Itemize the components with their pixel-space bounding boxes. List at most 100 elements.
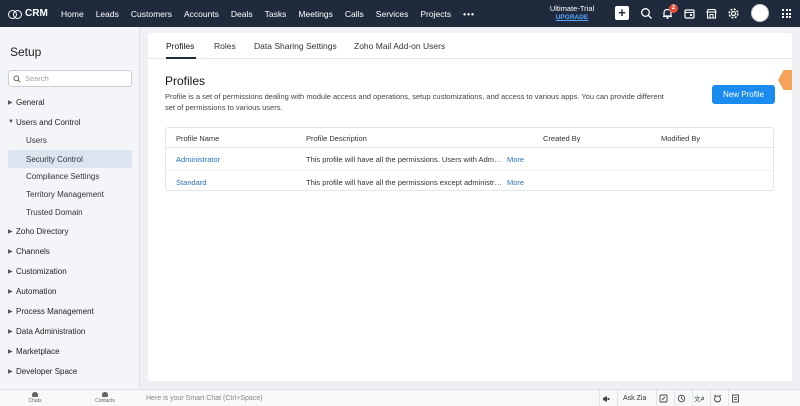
- sidebar-section-automation[interactable]: ▶ Automation: [0, 282, 140, 300]
- bottom-left-shortcuts: Chats Contacts: [0, 390, 140, 406]
- sidebar-section-users-and-control[interactable]: ▼ Users and Control: [0, 113, 140, 131]
- nav-deals[interactable]: Deals: [225, 0, 259, 27]
- tab-data-sharing-settings[interactable]: Data Sharing Settings: [254, 41, 337, 51]
- tab-roles[interactable]: Roles: [214, 41, 236, 51]
- security-tabs: Profiles Roles Data Sharing Settings Zoh…: [148, 33, 792, 59]
- caret-right-icon: ▶: [8, 99, 13, 106]
- table-row: Standard This profile will have all the …: [166, 170, 773, 192]
- chat-icon: [32, 392, 38, 397]
- nav-more-button[interactable]: •••: [457, 0, 481, 27]
- history-icon[interactable]: [674, 390, 687, 406]
- tab-profiles[interactable]: Profiles: [166, 41, 194, 51]
- sidebar-section-label: Customization: [16, 266, 67, 276]
- sidebar-item-users[interactable]: Users: [0, 131, 140, 149]
- bottom-bar: Chats Contacts Here is your Smart Chat (…: [0, 389, 800, 406]
- sidebar-section-general[interactable]: ▶ General: [0, 93, 140, 111]
- sidebar-section-label: Data Administration: [16, 326, 86, 336]
- nav-accounts[interactable]: Accounts: [178, 0, 225, 27]
- smart-chat-input[interactable]: Here is your Smart Chat (Ctrl+Space): [146, 395, 263, 402]
- sidebar-section-label: Zoho Directory: [16, 226, 69, 236]
- setup-title: Setup: [10, 45, 42, 59]
- sidebar-section-process-management[interactable]: ▶ Process Management: [0, 302, 140, 320]
- setup-search-box[interactable]: [8, 70, 132, 87]
- sidebar-section-label: Developer Space: [16, 366, 78, 376]
- sidebar-section-label: Process Management: [16, 306, 94, 316]
- sidebar-item-trusted-domain[interactable]: Trusted Domain: [0, 203, 140, 221]
- sidebar-item-compliance-settings[interactable]: Compliance Settings: [0, 167, 140, 185]
- profiles-table: Profile Name Profile Description Created…: [165, 127, 774, 191]
- sidebar-section-label: Users and Control: [16, 117, 81, 127]
- profile-description: This profile will have all the permissio…: [306, 155, 503, 164]
- sidebar-section-label: General: [16, 97, 45, 107]
- profile-name-link[interactable]: Standard: [176, 178, 206, 187]
- caret-right-icon: ▶: [8, 328, 13, 335]
- announcement-icon[interactable]: [599, 390, 612, 406]
- sidebar-section-label: Automation: [16, 286, 57, 296]
- calendar-icon[interactable]: [683, 7, 696, 20]
- edit-icon[interactable]: [656, 390, 669, 406]
- sidebar-item-security-control[interactable]: Security Control: [8, 150, 132, 168]
- table-row: Administrator This profile will have all…: [166, 148, 773, 170]
- caret-right-icon: ▶: [8, 348, 13, 355]
- setup-sidebar: Setup ▶ General ▼ Users and Control User…: [0, 27, 140, 389]
- crm-logo-icon: [8, 9, 22, 19]
- sidebar-section-data-administration[interactable]: ▶ Data Administration: [0, 322, 140, 340]
- tab-zoho-mail-add-on-users[interactable]: Zoho Mail Add-on Users: [354, 41, 445, 51]
- sidebar-section-developer-space[interactable]: ▶ Developer Space: [0, 362, 140, 380]
- sidebar-section-zoho-directory[interactable]: ▶ Zoho Directory: [0, 222, 140, 240]
- gear-icon[interactable]: [727, 7, 740, 20]
- nav-projects[interactable]: Projects: [414, 0, 457, 27]
- caret-right-icon: ▶: [8, 308, 13, 315]
- plus-icon[interactable]: +: [615, 6, 629, 20]
- avatar[interactable]: [751, 4, 769, 22]
- bottom-right-tools: Ask Zia 文A: [594, 390, 800, 406]
- search-icon: [13, 74, 21, 83]
- sidebar-section-marketplace[interactable]: ▶ Marketplace: [0, 342, 140, 360]
- nav-services[interactable]: Services: [370, 0, 415, 27]
- alarm-clock-icon[interactable]: [710, 390, 723, 406]
- translate-icon[interactable]: 文A: [692, 390, 705, 406]
- top-navigation-bar: CRM Home Leads Customers Accounts Deals …: [0, 0, 800, 27]
- nav-leads[interactable]: Leads: [90, 0, 125, 27]
- sidebar-section-label: Channels: [16, 246, 50, 256]
- column-header-profile-name: Profile Name: [176, 134, 220, 143]
- caret-right-icon: ▶: [8, 368, 13, 375]
- column-header-created-by: Created By: [543, 134, 581, 143]
- search-icon[interactable]: [640, 7, 653, 20]
- trial-label: Ultimate-Trial: [549, 4, 595, 13]
- nav-calls[interactable]: Calls: [339, 0, 370, 27]
- trial-info: Ultimate-Trial UPGRADE: [547, 4, 597, 22]
- contacts-label: Contacts: [95, 398, 115, 404]
- profile-name-link[interactable]: Administrator: [176, 155, 220, 164]
- more-link[interactable]: More: [507, 178, 524, 187]
- ask-zia-button[interactable]: Ask Zia: [617, 390, 651, 406]
- new-profile-button[interactable]: New Profile: [712, 85, 775, 104]
- caret-right-icon: ▶: [8, 228, 13, 235]
- upgrade-link[interactable]: UPGRADE: [547, 13, 597, 22]
- setup-search-input[interactable]: [25, 74, 125, 83]
- sidebar-section-customization[interactable]: ▶ Customization: [0, 262, 140, 280]
- crm-logo[interactable]: CRM: [0, 8, 56, 19]
- marketplace-icon[interactable]: [705, 7, 718, 20]
- sidebar-section-channels[interactable]: ▶ Channels: [0, 242, 140, 260]
- caret-down-icon: ▼: [8, 119, 14, 125]
- nav-customers[interactable]: Customers: [125, 0, 178, 27]
- apps-grid-icon[interactable]: [782, 9, 791, 18]
- sidebar-section-label: Marketplace: [16, 346, 60, 356]
- sidebar-item-territory-management[interactable]: Territory Management: [0, 185, 140, 203]
- active-tab-indicator: [166, 57, 196, 59]
- notification-count-badge: 2: [669, 4, 678, 13]
- column-header-profile-description: Profile Description: [306, 134, 367, 143]
- table-header: Profile Name Profile Description Created…: [166, 128, 773, 148]
- caret-right-icon: ▶: [8, 288, 13, 295]
- nav-meetings[interactable]: Meetings: [292, 0, 339, 27]
- more-link[interactable]: More: [507, 155, 524, 164]
- nav-tasks[interactable]: Tasks: [259, 0, 293, 27]
- svg-text:文A: 文A: [694, 394, 704, 403]
- chats-label: Chats: [28, 398, 42, 404]
- notes-icon[interactable]: [728, 390, 741, 406]
- module-tabs: Home Leads Customers Accounts Deals Task…: [56, 0, 481, 27]
- contacts-shortcut[interactable]: Contacts: [70, 390, 140, 406]
- chats-shortcut[interactable]: Chats: [0, 390, 70, 406]
- nav-home[interactable]: Home: [56, 0, 90, 27]
